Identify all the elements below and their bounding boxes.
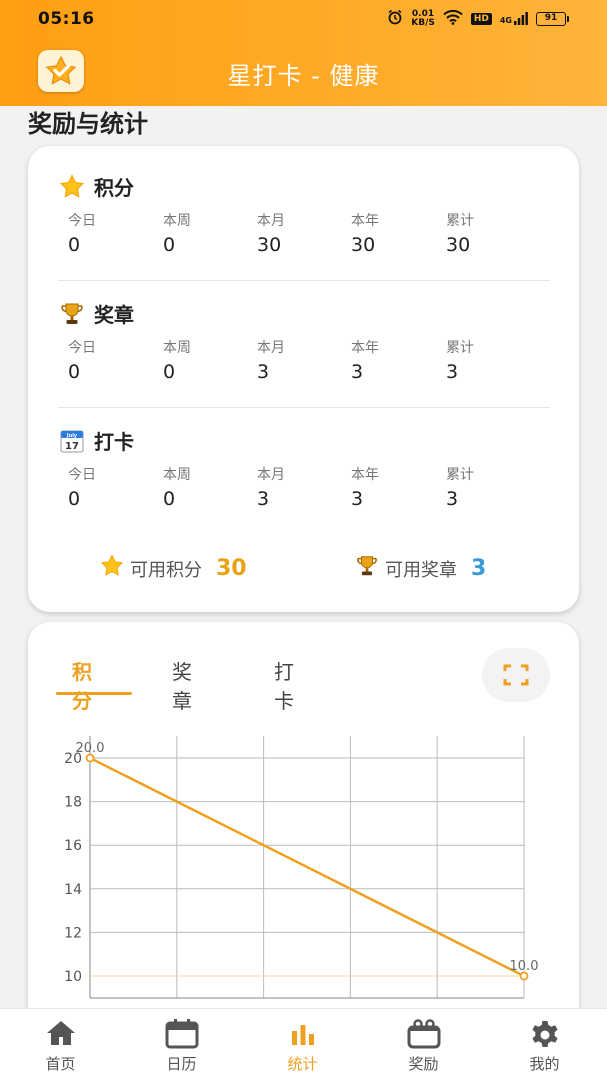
data-label: 10.0 [510,959,539,974]
checkin-title-label: 打卡 [94,430,134,454]
page-title: 奖励与统计 [28,110,148,138]
series-line [89,756,525,978]
medals-group: 奖章 今日 0 本周 0 本月 3 本年 3 累计 3 [58,299,550,399]
net-speed-unit: KB/S [411,17,435,28]
calendar-icon-month: July [66,433,78,439]
checkin-columns: 今日 0 本周 0 本月 3 本年 3 累计 3 [68,464,548,514]
signal-label: 4G [499,16,512,25]
alarm-icon [387,9,403,28]
divider [58,280,550,281]
nav-stats-label: 统计 [287,1055,318,1073]
trophy-icon [355,554,379,583]
status-bar: 05:16 0.01 KB/S HD 4G 91 [0,0,607,38]
checkin-year: 本年 3 [351,467,379,510]
available-medals-value: 3 [471,556,487,581]
nav-stats[interactable]: 统计 [242,1009,363,1080]
status-icons: 0.01 KB/S HD 4G 91 [387,9,569,28]
star-icon [100,554,124,583]
medals-today: 今日 0 [68,340,96,383]
battery-level: 91 [536,11,566,26]
stats-card: 积分 今日 0 本周 0 本月 30 本年 30 累计 30 奖章 今日 0 本周 0 本月 3… [28,146,579,612]
points-week: 本周 0 [163,213,191,256]
line-chart: 10121416182020.010.0 [64,736,539,999]
trophy-icon [58,300,86,328]
nav-calendar-label: 日历 [166,1055,197,1073]
y-tick-label: 18 [64,795,82,811]
nav-profile[interactable]: 我的 [484,1009,605,1080]
medals-title: 奖章 [58,299,134,328]
available-medals-label: 可用奖章 [385,559,457,581]
app-header: 05:16 0.01 KB/S HD 4G 91 星打卡 - 健康 [0,0,607,106]
y-tick-label: 10 [64,969,82,985]
nav-profile-label: 我的 [529,1055,560,1073]
y-tick-label: 14 [64,882,82,898]
available-points-label: 可用积分 [130,559,202,581]
available-points-value: 30 [216,556,247,581]
medals-week: 本周 0 [163,340,191,383]
points-month: 本月 30 [257,213,285,256]
bar-chart-icon [242,1019,363,1049]
points-columns: 今日 0 本周 0 本月 30 本年 30 累计 30 [68,210,548,260]
nav-calendar[interactable]: 日历 [121,1009,242,1080]
medals-columns: 今日 0 本周 0 本月 3 本年 3 累计 3 [68,337,548,387]
battery-icon: 91 [536,11,569,26]
bottom-nav: 首页 日历 统计 奖励 我的 [0,1008,607,1080]
data-label: 20.0 [76,741,105,756]
points-year: 本年 30 [351,213,379,256]
points-total: 累计 30 [446,213,474,256]
medals-year: 本年 3 [351,340,379,383]
star-icon [58,173,86,201]
wifi-icon [443,9,463,28]
checkin-week: 本周 0 [163,467,191,510]
checkin-title: July 17 打卡 [58,426,134,455]
checkin-group: July 17 打卡 今日 0 本周 0 本月 3 本年 3 累计 3 [58,426,550,526]
y-tick-label: 16 [64,838,82,854]
divider [58,407,550,408]
hd-badge: HD [470,12,492,25]
calendar-icon: July 17 [58,427,86,455]
medals-title-label: 奖章 [94,303,134,327]
nav-home[interactable]: 首页 [0,1009,121,1080]
nav-rewards[interactable]: 奖励 [363,1009,484,1080]
points-group: 积分 今日 0 本周 0 本月 30 本年 30 累计 30 [58,172,550,272]
checkin-today: 今日 0 [68,467,96,510]
nav-rewards-label: 奖励 [408,1055,439,1073]
points-title-label: 积分 [94,176,134,200]
gift-box-icon [363,1019,484,1049]
medals-total: 累计 3 [446,340,474,383]
chart-card: 积分 奖章 打卡 10 12 14 16 18 20 20.0 10.0 [28,622,579,1042]
available-points: 可用积分 30 [100,554,247,583]
checkin-total: 累计 3 [446,467,474,510]
calendar-icon-day: 17 [65,441,79,452]
points-today: 今日 0 [68,213,96,256]
signal-icon: 4G [500,12,528,25]
gear-icon [484,1019,605,1049]
nav-home-label: 首页 [45,1055,76,1073]
home-icon [0,1019,121,1049]
app-title: 星打卡 - 健康 [227,62,380,90]
checkin-month: 本月 3 [257,467,285,510]
status-time: 05:16 [38,9,95,29]
medals-month: 本月 3 [257,340,285,383]
calendar-icon [121,1019,242,1049]
y-tick-label: 12 [64,925,82,941]
net-speed: 0.01 KB/S [411,9,435,28]
points-title: 积分 [58,172,134,201]
available-medals: 可用奖章 3 [355,554,486,583]
